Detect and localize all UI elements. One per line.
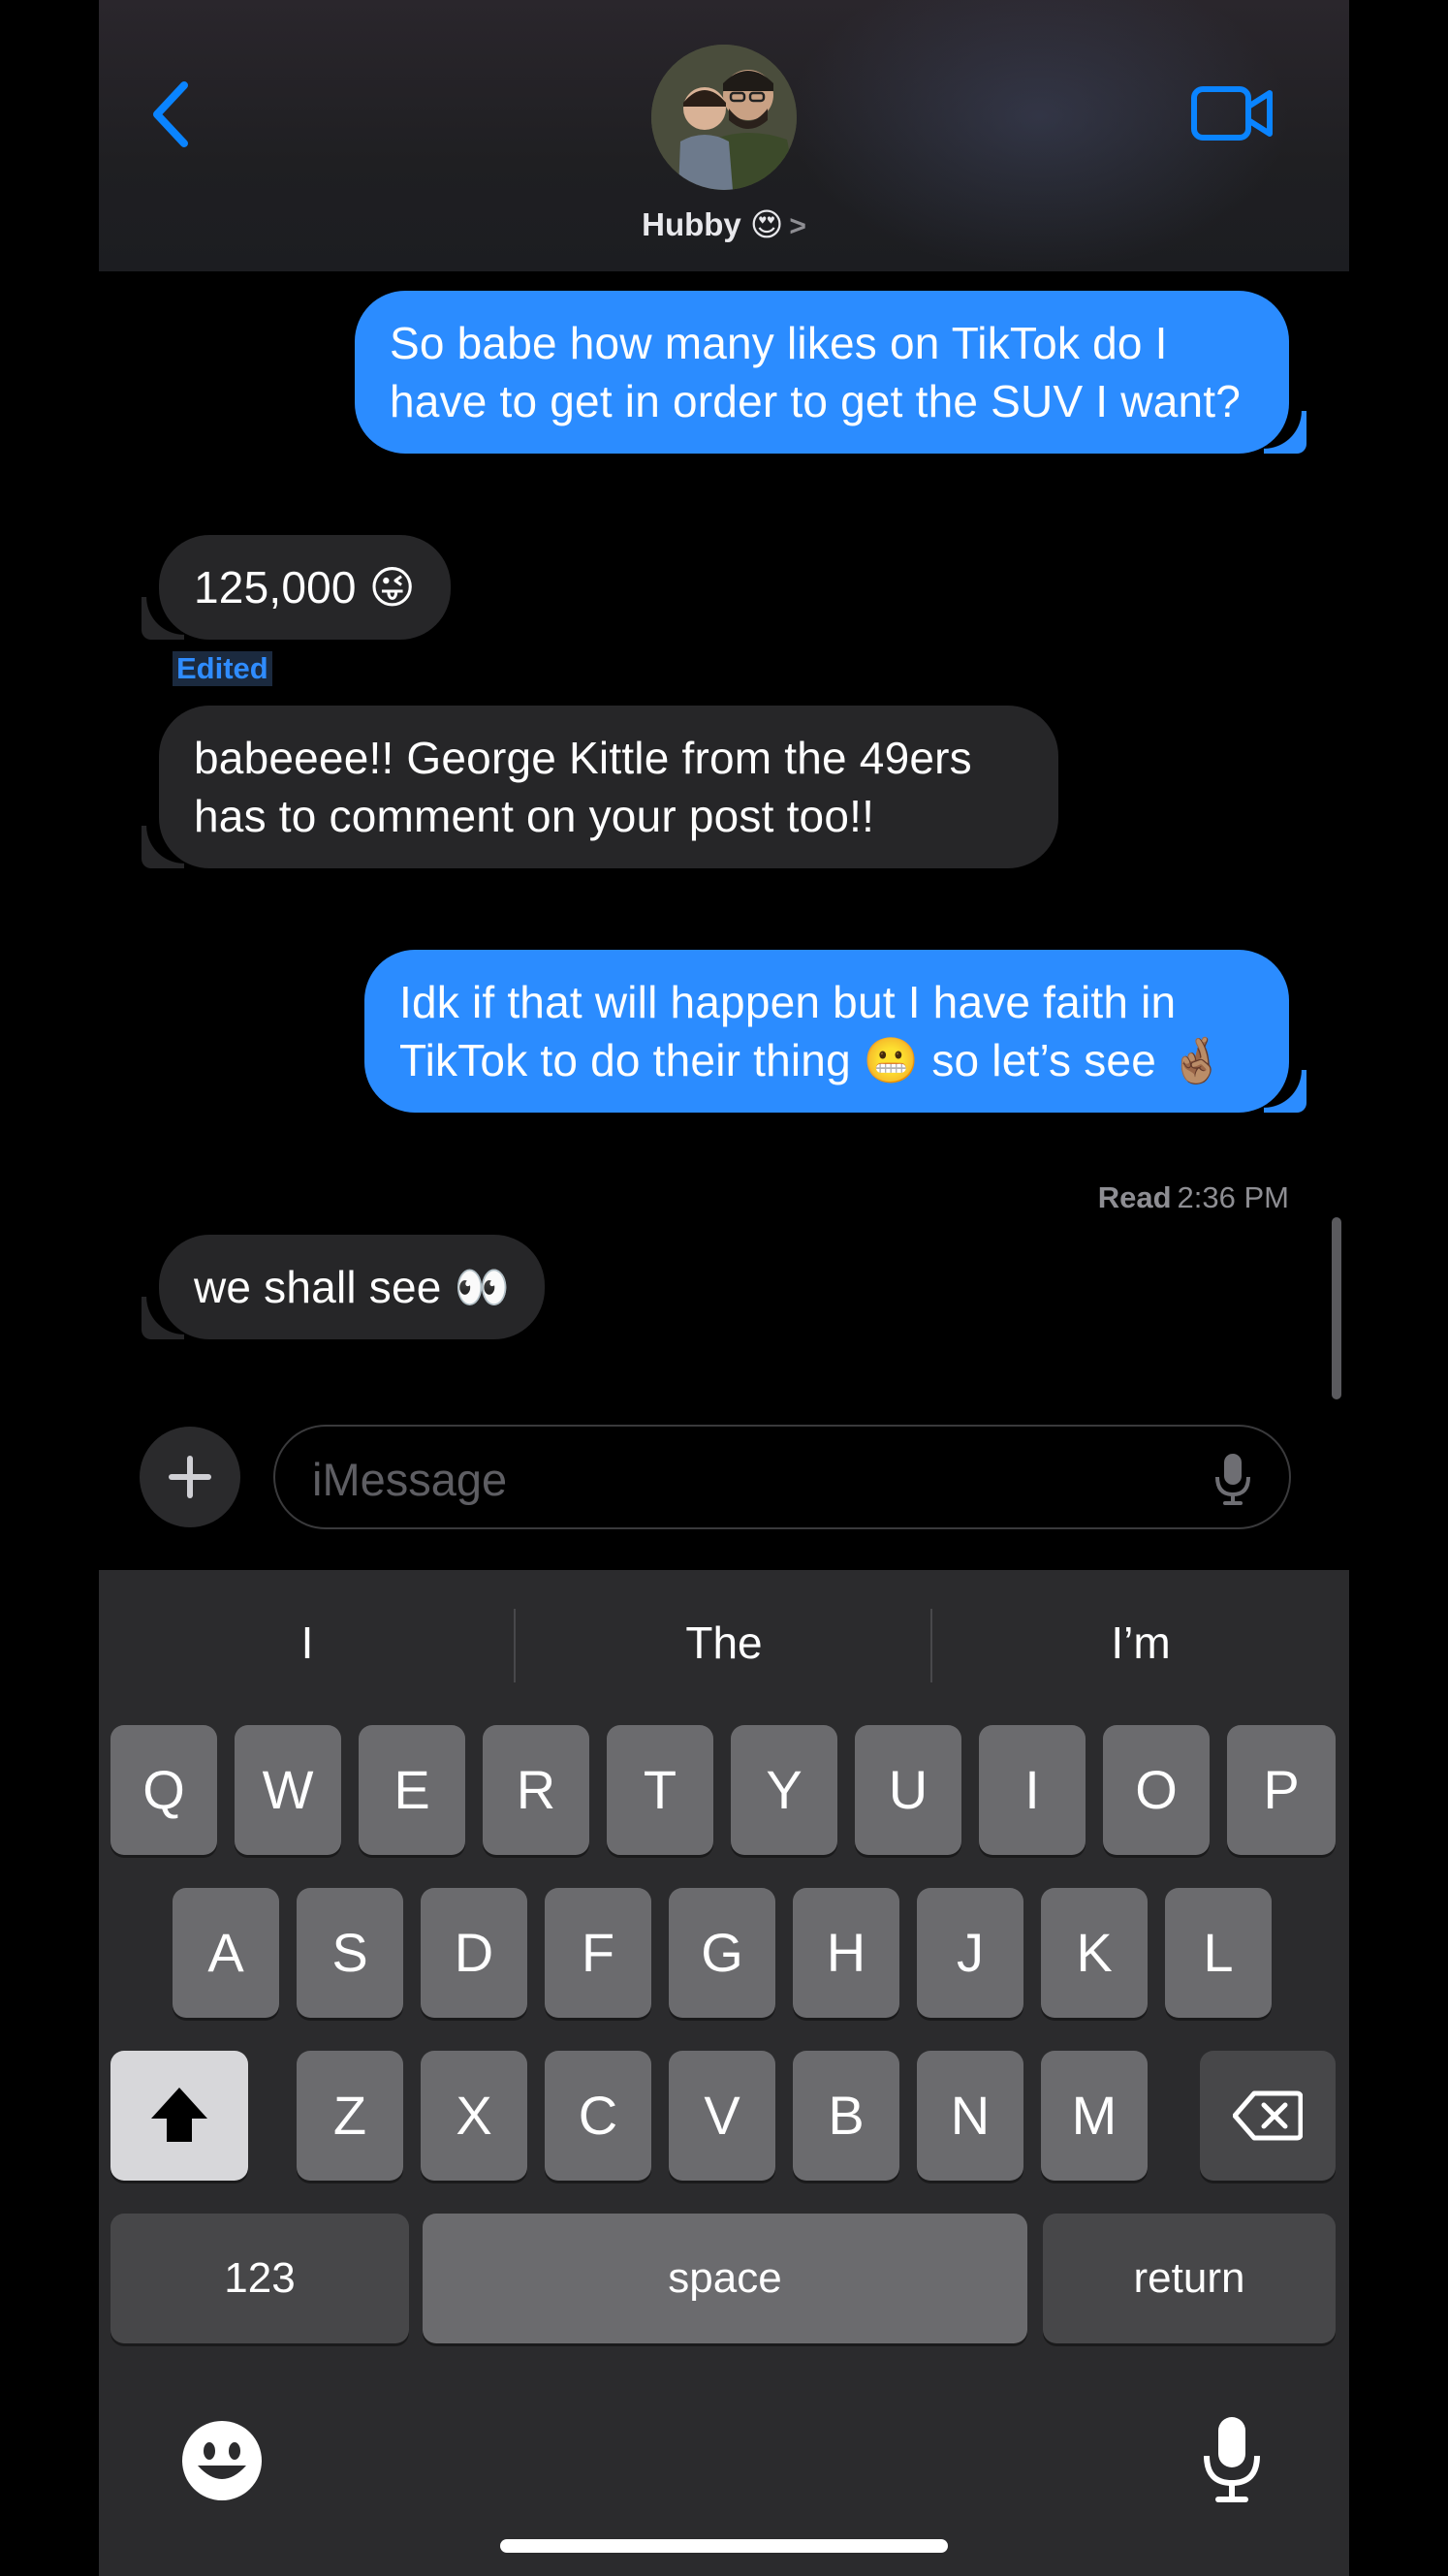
key-y[interactable]: Y: [731, 1725, 837, 1855]
key-t[interactable]: T: [607, 1725, 713, 1855]
backspace-icon: [1232, 2090, 1304, 2141]
message-text: we shall see 👀: [194, 1262, 510, 1312]
key-a[interactable]: A: [173, 1888, 279, 2018]
message-bubble-outgoing[interactable]: Idk if that will happen but I have faith…: [364, 950, 1306, 1113]
edited-label[interactable]: Edited: [173, 651, 272, 686]
shift-arrow-icon: [151, 2088, 207, 2142]
message-bubble-incoming[interactable]: 125,000 😜: [142, 535, 451, 640]
messages-screen: Hubby 😍 > So babe how many likes on TikTo…: [99, 0, 1349, 2576]
imessage-input[interactable]: iMessage: [273, 1425, 1291, 1529]
shift-key[interactable]: [110, 2051, 248, 2181]
key-r[interactable]: R: [483, 1725, 589, 1855]
imessage-placeholder: iMessage: [312, 1454, 508, 1505]
message-bubble-incoming[interactable]: babeeee!! George Kittle from the 49ers h…: [142, 706, 1058, 868]
conversation-header: Hubby 😍 >: [99, 0, 1349, 271]
numbers-key[interactable]: 123: [110, 2214, 409, 2343]
message-bubble-incoming[interactable]: we shall see 👀: [142, 1235, 545, 1339]
dictation-mic-icon[interactable]: [1200, 2413, 1264, 2506]
space-key[interactable]: space: [423, 2214, 1027, 2343]
suggestion-1[interactable]: I: [99, 1617, 516, 1669]
read-time: 2:36 PM: [1177, 1180, 1289, 1214]
read-label: Read: [1097, 1180, 1172, 1214]
key-i[interactable]: I: [979, 1725, 1086, 1855]
key-x[interactable]: X: [421, 2051, 527, 2181]
key-b[interactable]: B: [793, 2051, 899, 2181]
key-s[interactable]: S: [297, 1888, 403, 2018]
contact-avatar[interactable]: [651, 45, 797, 190]
message-text: babeeee!! George Kittle from the 49ers h…: [194, 733, 972, 841]
message-text: So babe how many likes on TikTok do I ha…: [390, 318, 1242, 426]
key-o[interactable]: O: [1103, 1725, 1210, 1855]
key-j[interactable]: J: [917, 1888, 1023, 2018]
key-l[interactable]: L: [1165, 1888, 1272, 2018]
scroll-indicator[interactable]: [1332, 1217, 1341, 1399]
key-u[interactable]: U: [855, 1725, 961, 1855]
suggestion-2[interactable]: The: [516, 1617, 932, 1669]
key-q[interactable]: Q: [110, 1725, 217, 1855]
read-receipt: Read 2:36 PM: [1098, 1180, 1289, 1215]
apps-plus-button[interactable]: [140, 1427, 240, 1527]
key-h[interactable]: H: [793, 1888, 899, 2018]
facetime-video-icon[interactable]: [1190, 83, 1274, 143]
suggestion-3[interactable]: I’m: [932, 1617, 1349, 1669]
keyboard: I The I’m Q W E R T Y U I O P A S D F G …: [99, 1570, 1349, 2576]
key-k[interactable]: K: [1041, 1888, 1148, 2018]
key-z[interactable]: Z: [297, 2051, 403, 2181]
key-n[interactable]: N: [917, 2051, 1023, 2181]
back-chevron-icon[interactable]: [143, 76, 202, 153]
emoji-icon[interactable]: [180, 2419, 264, 2502]
contact-name-text: Hubby 😍: [642, 206, 784, 242]
return-key[interactable]: return: [1043, 2214, 1336, 2343]
contact-name[interactable]: Hubby 😍 >: [99, 205, 1349, 243]
dictation-mic-icon[interactable]: [1213, 1450, 1252, 1508]
delete-key[interactable]: [1200, 2051, 1336, 2181]
key-v[interactable]: V: [669, 2051, 775, 2181]
message-text: Idk if that will happen but I have faith…: [399, 977, 1225, 1085]
chevron-right-icon: >: [789, 210, 806, 242]
avatar-photo-icon: [651, 45, 797, 190]
key-c[interactable]: C: [545, 2051, 651, 2181]
key-f[interactable]: F: [545, 1888, 651, 2018]
home-indicator[interactable]: [500, 2539, 948, 2553]
key-e[interactable]: E: [359, 1725, 465, 1855]
key-m[interactable]: M: [1041, 2051, 1148, 2181]
key-g[interactable]: G: [669, 1888, 775, 2018]
message-text: 125,000 😜: [194, 562, 416, 613]
key-w[interactable]: W: [235, 1725, 341, 1855]
message-bubble-outgoing[interactable]: So babe how many likes on TikTok do I ha…: [355, 291, 1306, 454]
key-d[interactable]: D: [421, 1888, 527, 2018]
key-p[interactable]: P: [1227, 1725, 1336, 1855]
